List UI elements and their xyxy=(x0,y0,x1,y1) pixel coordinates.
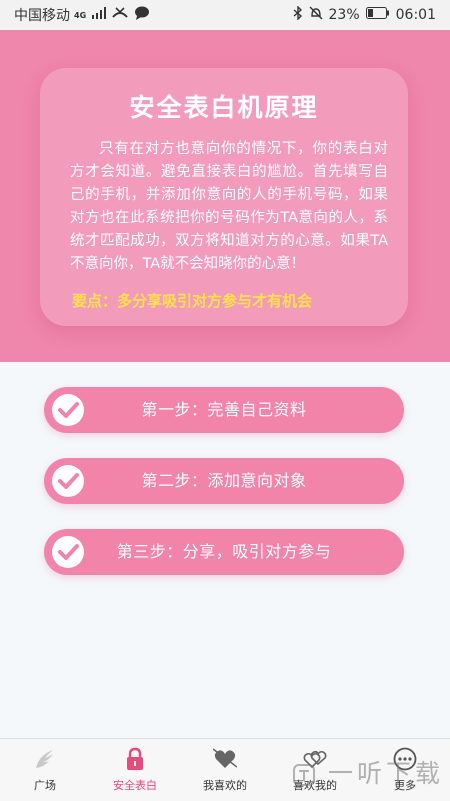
step-1-button[interactable]: 第一步：完善自己资料 xyxy=(44,387,404,433)
key-point: 要点：多分享吸引对方参与才有机会 xyxy=(72,292,313,310)
status-bar: 中国移动 4G 23% 06:01 xyxy=(0,0,450,30)
bluetooth-icon xyxy=(293,5,303,24)
tab-label: 安全表白 xyxy=(113,779,157,792)
missed-call-icon xyxy=(112,6,128,24)
silent-bell-icon xyxy=(309,6,323,24)
step-label: 第一步：完善自己资料 xyxy=(141,400,307,419)
heart-arrow-icon xyxy=(212,747,238,771)
watermark-logo-icon xyxy=(293,764,315,786)
step-2-button[interactable]: 第二步：添加意向对象 xyxy=(44,458,404,504)
lock-icon xyxy=(123,747,147,771)
watermark-text: 一听下载 xyxy=(327,759,444,788)
card-description: 只有在对方也意向你的情况下，你的表白对方才会知道。避免直接表白的尴尬。首先填写自… xyxy=(70,141,388,272)
tab-label: 广场 xyxy=(34,779,56,792)
clock: 06:01 xyxy=(395,7,436,23)
message-icon xyxy=(134,6,150,24)
hero-banner: 安全表白机原理 只有在对方也意向你的情况下，你的表白对方才会知道。避免直接表白的… xyxy=(0,30,450,362)
network-label: 4G xyxy=(74,10,87,20)
battery-icon xyxy=(365,7,390,23)
step-3-button[interactable]: 第三步：分享，吸引对方参与 xyxy=(44,529,404,575)
step-label: 第三步：分享，吸引对方参与 xyxy=(116,542,332,561)
tab-label: 我喜欢的 xyxy=(203,779,247,792)
card-title: 安全表白机原理 xyxy=(129,93,319,122)
step-label: 第二步：添加意向对象 xyxy=(141,471,307,490)
watermark: 一听下载 xyxy=(292,754,450,800)
tab-i-like[interactable]: 我喜欢的 xyxy=(180,739,270,801)
battery-percent: 23% xyxy=(328,7,360,23)
tab-square[interactable]: 广场 xyxy=(0,739,90,801)
carrier-label: 中国移动 xyxy=(14,8,70,24)
tab-safe-confession[interactable]: 安全表白 xyxy=(90,739,180,801)
wing-icon xyxy=(33,747,57,771)
signal-icon xyxy=(92,7,107,23)
principle-card: 安全表白机原理 只有在对方也意向你的情况下，你的表白对方才会知道。避免直接表白的… xyxy=(40,68,408,326)
